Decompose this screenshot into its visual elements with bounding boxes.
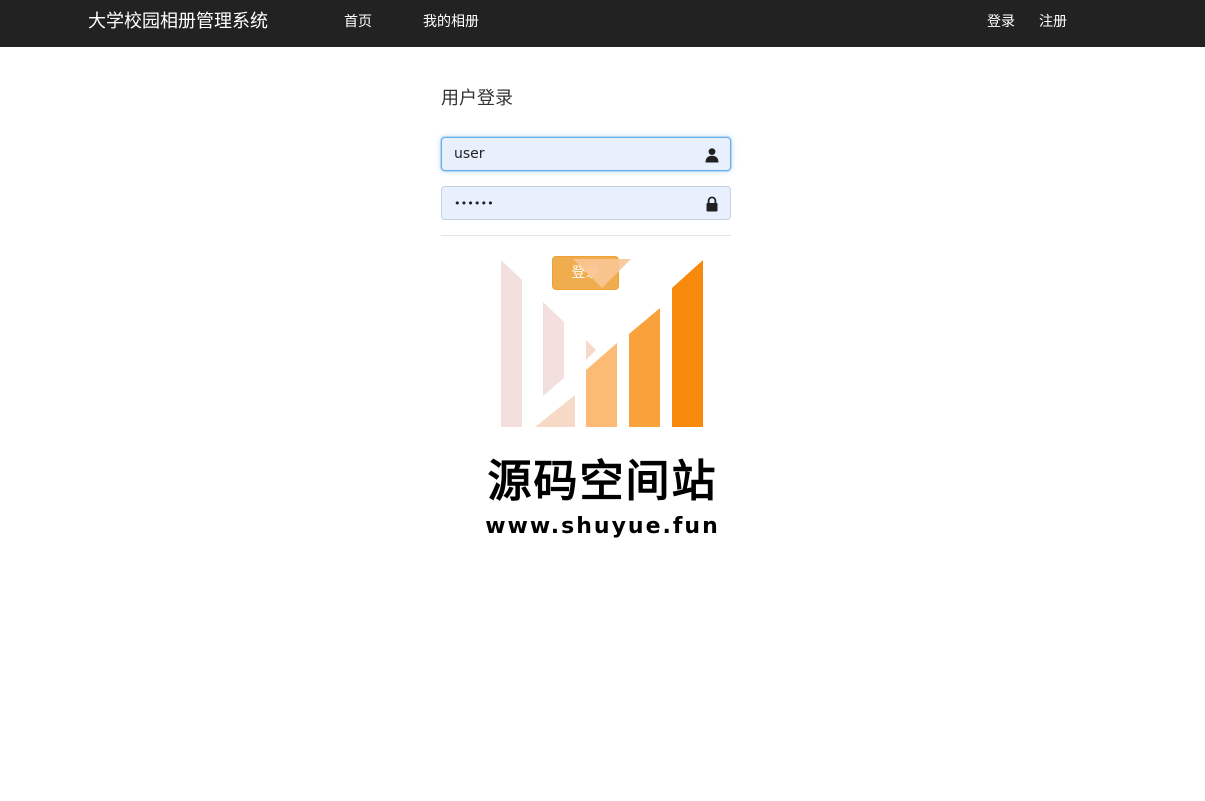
username-field[interactable] — [441, 137, 731, 171]
username-input[interactable] — [442, 138, 730, 170]
nav-link-my-albums[interactable]: 我的相册 — [423, 13, 479, 31]
watermark-url: www.shuyue.fun — [485, 514, 720, 539]
login-form-title: 用户登录 — [441, 88, 513, 109]
watermark: 源码空间站 www.shuyue.fun — [480, 250, 725, 550]
nav-link-home[interactable]: 首页 — [344, 13, 372, 31]
nav-link-login[interactable]: 登录 — [987, 13, 1015, 31]
nav-link-register[interactable]: 注册 — [1039, 13, 1067, 31]
top-navbar: 大学校园相册管理系统 首页 我的相册 登录 注册 — [0, 0, 1205, 47]
form-divider — [441, 235, 731, 236]
login-button[interactable]: 登录 — [552, 256, 619, 290]
password-field[interactable] — [441, 186, 731, 220]
password-input[interactable] — [442, 187, 730, 219]
watermark-title: 源码空间站 — [487, 456, 718, 507]
brand-title[interactable]: 大学校园相册管理系统 — [88, 11, 268, 33]
lock-icon — [704, 196, 720, 212]
user-icon — [704, 147, 720, 163]
